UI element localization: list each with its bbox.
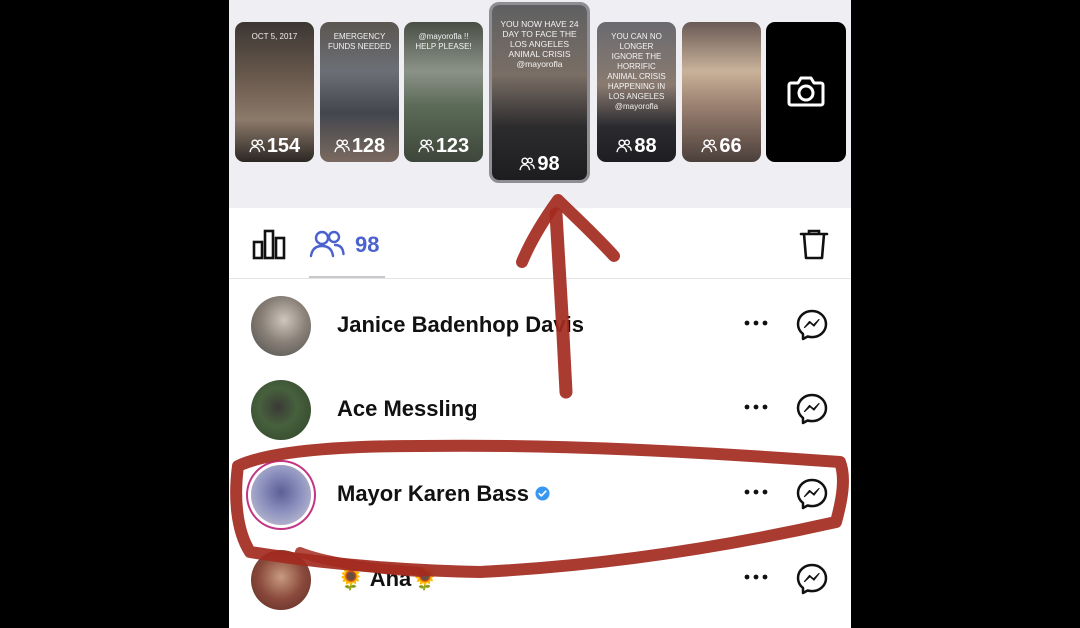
story-caption: EMERGENCY FUNDS NEEDED	[327, 32, 392, 51]
story-count-value: 66	[719, 135, 742, 157]
more-options-icon[interactable]	[743, 572, 769, 582]
story-caption: @mayorofla !! HELP PLEASE!	[415, 32, 472, 51]
story-count-value: 88	[634, 135, 657, 157]
story-thumbnail[interactable]: YOU NOW HAVE 24 DAY TO FACE THE LOS ANGE…	[489, 2, 590, 183]
viewer-row[interactable]: Mayor Karen Bass	[229, 453, 851, 537]
messenger-icon[interactable]	[795, 392, 829, 426]
viewers-tab[interactable]: 98	[309, 224, 385, 278]
viewer-name-text: Mayor Karen Bass	[337, 481, 529, 506]
story-viewers-screen: OCT 5, 2017 154 EMERGENCY FUNDS NEEDED 128 @…	[229, 0, 851, 628]
story-thumbnail[interactable]: 66	[682, 22, 761, 162]
story-caption: YOU CAN NO LONGER IGNORE THE HORRIFIC AN…	[607, 32, 666, 111]
viewers-icon	[519, 157, 536, 171]
story-view-count: 98	[492, 153, 587, 176]
viewers-icon	[309, 230, 345, 258]
viewer-row[interactable]: Ace Messling	[229, 368, 851, 452]
avatar[interactable]	[251, 296, 311, 356]
viewer-count: 98	[355, 232, 380, 257]
story-count-value: 154	[266, 135, 301, 157]
story-count-value: 128	[351, 135, 386, 157]
camera-button[interactable]	[766, 22, 846, 162]
viewers-icon	[701, 139, 718, 153]
more-options-icon[interactable]	[743, 318, 769, 328]
trash-icon[interactable]	[799, 228, 829, 260]
story-thumbnail[interactable]: OCT 5, 2017 154	[235, 22, 314, 162]
viewer-name[interactable]: 🌻 Ana🌻	[337, 566, 439, 592]
verified-badge-icon	[535, 486, 550, 501]
story-view-count: 66	[682, 135, 761, 158]
insights-toolbar: 98	[229, 208, 851, 279]
viewer-name-text: Janice Badenhop Davis	[337, 312, 584, 337]
story-caption: OCT 5, 2017	[251, 32, 298, 41]
story-view-count: 123	[404, 135, 483, 158]
viewers-icon	[334, 139, 350, 153]
story-view-count: 128	[320, 135, 399, 158]
messenger-icon[interactable]	[795, 308, 829, 342]
camera-icon	[787, 76, 825, 107]
story-thumbnail[interactable]: YOU CAN NO LONGER IGNORE THE HORRIFIC AN…	[597, 22, 676, 162]
story-tray: OCT 5, 2017 154 EMERGENCY FUNDS NEEDED 128 @…	[229, 0, 851, 209]
avatar[interactable]	[251, 380, 311, 440]
more-options-icon[interactable]	[743, 487, 769, 497]
story-thumbnail[interactable]: EMERGENCY FUNDS NEEDED 128	[320, 22, 399, 162]
viewer-row[interactable]: 🌻 Ana🌻	[229, 538, 851, 622]
story-count-value: 98	[537, 153, 560, 175]
avatar[interactable]	[251, 465, 311, 525]
viewer-name-text: 🌻 Ana🌻	[337, 566, 439, 591]
story-view-count: 88	[597, 135, 676, 158]
more-options-icon[interactable]	[743, 402, 769, 412]
viewer-row[interactable]: Janice Badenhop Davis	[229, 284, 851, 368]
story-caption: YOU NOW HAVE 24 DAY TO FACE THE LOS ANGE…	[500, 19, 579, 69]
viewer-name[interactable]: Janice Badenhop Davis	[337, 312, 584, 338]
viewers-icon	[418, 139, 434, 153]
story-view-count: 154	[235, 135, 314, 158]
viewers-icon	[249, 139, 265, 153]
story-thumbnail[interactable]: @mayorofla !! HELP PLEASE! 123	[404, 22, 483, 162]
messenger-icon[interactable]	[795, 562, 829, 596]
avatar[interactable]	[251, 550, 311, 610]
story-count-value: 123	[435, 135, 470, 157]
viewer-name[interactable]: Mayor Karen Bass	[337, 481, 550, 507]
viewer-name[interactable]: Ace Messling	[337, 396, 478, 422]
viewer-name-text: Ace Messling	[337, 396, 478, 421]
viewers-icon	[616, 139, 633, 153]
messenger-icon[interactable]	[795, 477, 829, 511]
bar-chart-icon[interactable]	[252, 228, 286, 260]
